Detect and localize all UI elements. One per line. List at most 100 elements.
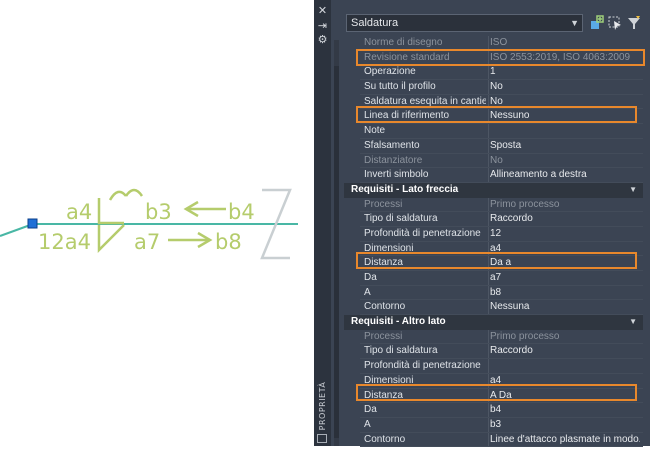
property-row[interactable]: Dimensioni a4 (344, 241, 643, 257)
property-label: Contorno (364, 433, 406, 445)
property-label: Processi (364, 198, 403, 210)
property-value[interactable]: ISO (490, 36, 640, 51)
column-divider (488, 153, 489, 169)
property-row[interactable]: Processi Primo processo (344, 197, 643, 213)
property-value[interactable]: Primo processo (490, 330, 640, 345)
property-value[interactable]: 1 (490, 65, 640, 80)
property-value[interactable]: a4 (490, 242, 640, 257)
column-divider (488, 285, 489, 301)
property-value[interactable]: Allineamento a destra (490, 168, 640, 183)
column-divider (488, 94, 489, 110)
arc-mark-2 (124, 188, 144, 197)
property-label: Distanziatore (364, 154, 423, 166)
arc-mark-1 (108, 190, 127, 201)
property-row[interactable]: Distanza Da a (344, 256, 643, 271)
property-value[interactable]: Linee d'attacco plasmate in modo... (490, 433, 640, 448)
column-divider (488, 300, 489, 316)
column-divider (488, 344, 489, 360)
property-value[interactable]: No (490, 95, 640, 110)
property-row[interactable]: Contorno Linee d'attacco plasmate in modo… (344, 432, 643, 448)
property-value[interactable]: ISO 2553:2019, ISO 4063:2009 (490, 51, 640, 66)
property-row[interactable]: Tipo di saldatura Raccordo (344, 212, 643, 227)
property-label: Note (364, 125, 386, 137)
select-objects-icon[interactable] (607, 15, 623, 31)
property-grid: Norme di disegno ISO Revisione standard ISO… (344, 36, 643, 448)
property-row[interactable]: Processi Primo processo (344, 329, 643, 345)
property-row[interactable]: Da b4 (344, 403, 643, 418)
property-row[interactable]: Su tutto il profilo No (344, 80, 643, 95)
property-row[interactable]: Note (344, 124, 643, 139)
property-label: Su tutto il profilo (364, 81, 436, 93)
property-label: Profondità di penetrazione (364, 360, 481, 372)
property-label: Processi (364, 330, 403, 342)
section-arrow-side[interactable]: Requisiti - Lato freccia ▼ (344, 182, 643, 198)
property-value[interactable]: Nessuno (490, 109, 640, 124)
property-label: Da (364, 272, 377, 283)
collapse-icon: ▼ (629, 184, 637, 194)
palette-vertical-label: PROPRIETÀ (318, 381, 327, 431)
toggle-pickadd-icon[interactable] (589, 15, 605, 31)
property-row[interactable]: Dimensioni a4 (344, 373, 643, 389)
section-other-side-title: Requisiti - Altro lato (351, 316, 446, 328)
property-row[interactable]: Distanziatore No (344, 153, 643, 169)
dim-b8: b8 (215, 230, 242, 254)
property-label: Contorno (364, 301, 406, 313)
property-label: Sfalsamento (364, 139, 420, 151)
section-other-side[interactable]: Requisiti - Altro lato ▼ (344, 315, 643, 330)
column-divider (488, 138, 489, 154)
property-label: A (364, 286, 371, 298)
weld-symbol-drawing: a4 b3 b4 12a4 a7 b8 (0, 188, 298, 260)
property-value[interactable]: No (490, 154, 640, 169)
property-value[interactable]: Sposta (490, 139, 640, 154)
property-value[interactable]: Raccordo (490, 212, 640, 227)
column-divider (488, 271, 489, 286)
property-row[interactable]: Profondità di penetrazione 12 (344, 226, 643, 242)
property-value[interactable]: Da a (490, 256, 640, 271)
column-divider (488, 359, 489, 374)
object-type-dropdown[interactable]: Saldatura ▼ (346, 14, 583, 32)
property-value[interactable]: b8 (490, 286, 640, 301)
scrollbar-thumb[interactable] (334, 66, 339, 438)
property-row[interactable]: Inverti simbolo Allineamento a destra (344, 168, 643, 183)
column-divider (488, 329, 489, 345)
property-value[interactable]: No (490, 80, 640, 95)
column-divider (488, 226, 489, 242)
property-row[interactable]: Contorno Nessuna (344, 300, 643, 316)
property-row[interactable]: Operazione 1 (344, 65, 643, 81)
column-divider (488, 212, 489, 227)
property-value[interactable]: b4 (490, 403, 640, 418)
dim-b4: b4 (228, 200, 255, 224)
property-value[interactable]: Nessuna (490, 300, 640, 315)
grip-handle[interactable] (27, 218, 38, 229)
auto-hide-icon[interactable]: ⇥ (316, 19, 329, 32)
close-icon[interactable]: ✕ (316, 4, 329, 17)
object-type-value: Saldatura (351, 17, 399, 29)
property-row[interactable]: Sfalsamento Sposta (344, 138, 643, 154)
palette-title-strip: ✕ ⇥ ⚙ PROPRIETÀ (314, 0, 331, 446)
property-value[interactable]: Raccordo (490, 344, 640, 359)
property-value[interactable]: Primo processo (490, 198, 640, 213)
property-label: Dimensioni (364, 374, 414, 386)
drawing-canvas[interactable]: a4 b3 b4 12a4 a7 b8 (0, 0, 314, 446)
property-value[interactable]: 12 (490, 227, 640, 242)
property-value[interactable]: a7 (490, 271, 640, 286)
property-value[interactable]: b3 (490, 418, 640, 433)
property-value[interactable]: A Da (490, 389, 640, 404)
property-row[interactable]: Ab3 (344, 417, 643, 433)
property-row[interactable]: Norme di disegno ISO (344, 36, 643, 51)
property-row[interactable]: Da a7 (344, 271, 643, 286)
property-row[interactable]: Tipo di saldatura Raccordo (344, 344, 643, 360)
quick-select-icon[interactable] (626, 15, 642, 31)
palette-icon (317, 434, 327, 443)
property-row[interactable]: Saldatura esequita in cantiere No (344, 94, 643, 110)
dim-a4-top: a4 (66, 200, 92, 224)
property-row[interactable]: Ab8 (344, 285, 643, 301)
property-row[interactable]: Profondità di penetrazione (344, 359, 643, 374)
settings-icon[interactable]: ⚙ (316, 33, 329, 46)
chevron-down-icon: ▼ (570, 18, 579, 28)
property-row[interactable]: Distanza A Da (344, 388, 643, 404)
fillet-symbol-top (97, 198, 124, 225)
property-row[interactable]: Revisione standard ISO 2553:2019, ISO 406… (344, 50, 643, 66)
property-value[interactable]: a4 (490, 374, 640, 389)
property-row[interactable]: Linea di riferimento Nessuno (344, 109, 643, 125)
